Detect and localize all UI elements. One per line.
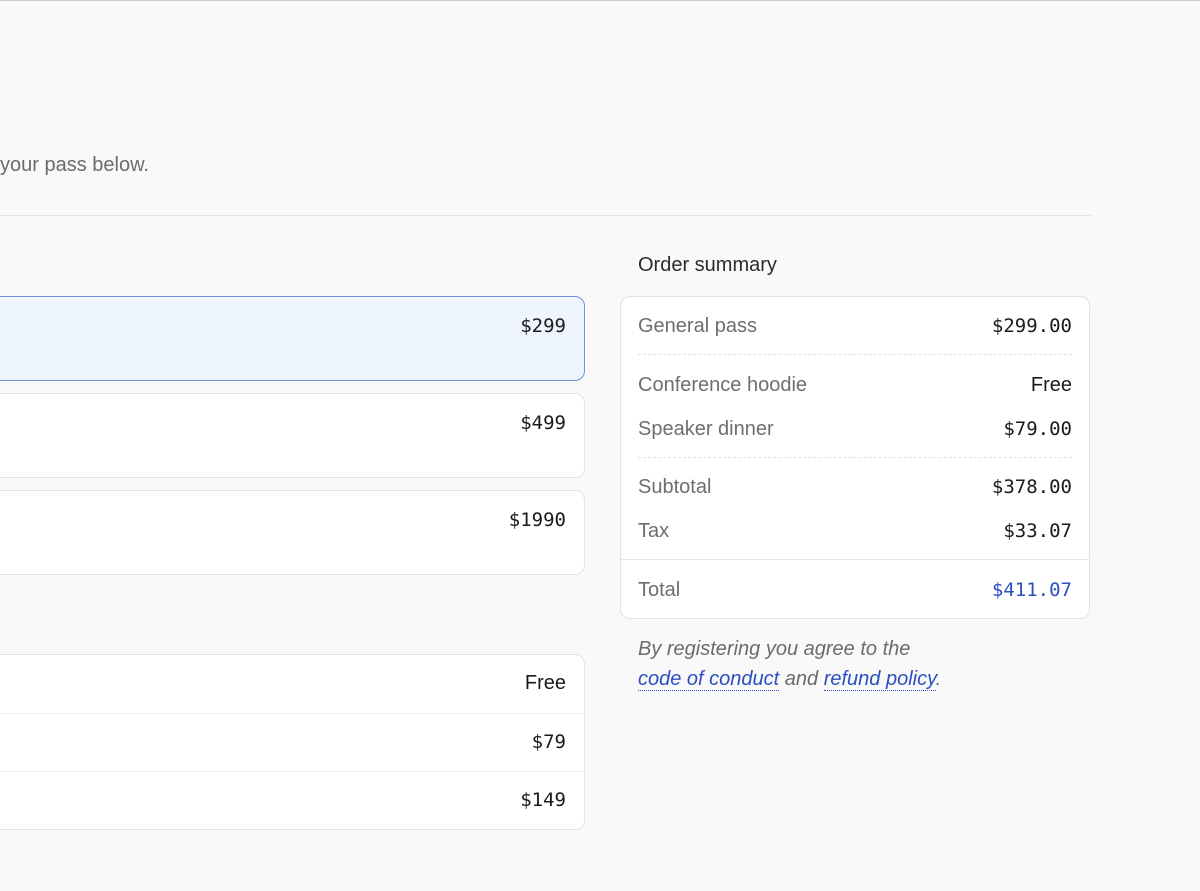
terms-prefix: By registering you agree to the	[638, 638, 911, 660]
order-summary-heading: Order summary	[638, 254, 777, 276]
summary-label: Speaker dinner	[638, 417, 774, 440]
addon-price: Free	[524, 672, 566, 694]
section-divider	[0, 215, 1091, 216]
summary-value: $79.00	[1003, 418, 1072, 440]
pass-option-general[interactable]: $299	[0, 296, 585, 381]
addon-item-dinner[interactable]: $79	[0, 714, 584, 773]
summary-value: Free	[1030, 373, 1072, 396]
summary-row-hoodie: Conference hoodie Free	[638, 370, 1072, 400]
summary-value: $378.00	[991, 476, 1072, 498]
terms-notice: By registering you agree to the code of c…	[638, 634, 1078, 694]
summary-label: Total	[638, 578, 681, 601]
summary-total-separator	[621, 559, 1089, 560]
order-summary-card: General pass $299.00 Conference hoodie F…	[620, 296, 1090, 619]
terms-suffix: .	[935, 668, 942, 690]
summary-total-value: $411.07	[991, 579, 1072, 601]
refund-policy-link[interactable]: refund policy	[823, 668, 936, 691]
pass-option-3[interactable]: $1990	[0, 490, 585, 575]
summary-row-total: Total $411.07	[638, 575, 1072, 605]
summary-value: $299.00	[991, 315, 1072, 337]
top-divider	[0, 0, 1200, 1]
pass-price: $1990	[508, 509, 566, 531]
addon-price: $79	[531, 730, 566, 753]
summary-row-tax: Tax $33.07	[638, 516, 1072, 546]
addon-item-hoodie[interactable]: Free	[0, 655, 584, 714]
addon-price: $149	[520, 789, 566, 812]
terms-middle: and	[784, 668, 819, 690]
pass-option-2[interactable]: $499	[0, 393, 585, 478]
pass-price: $499	[520, 412, 566, 434]
summary-label: Subtotal	[638, 475, 712, 498]
summary-label: Tax	[638, 519, 670, 542]
addon-item-3[interactable]: $149	[0, 772, 584, 829]
code-of-conduct-link[interactable]: code of conduct	[638, 668, 780, 691]
summary-row-pass: General pass $299.00	[638, 311, 1072, 341]
intro-text: your pass below.	[0, 154, 149, 176]
summary-label: General pass	[638, 314, 757, 337]
summary-separator	[638, 354, 1072, 355]
summary-row-dinner: Speaker dinner $79.00	[638, 414, 1072, 444]
summary-value: $33.07	[1003, 520, 1072, 542]
addons-list: Free $79 $149	[0, 654, 585, 830]
summary-label: Conference hoodie	[638, 373, 808, 396]
summary-separator	[638, 457, 1072, 458]
summary-row-subtotal: Subtotal $378.00	[638, 472, 1072, 502]
pass-price: $299	[520, 315, 566, 337]
